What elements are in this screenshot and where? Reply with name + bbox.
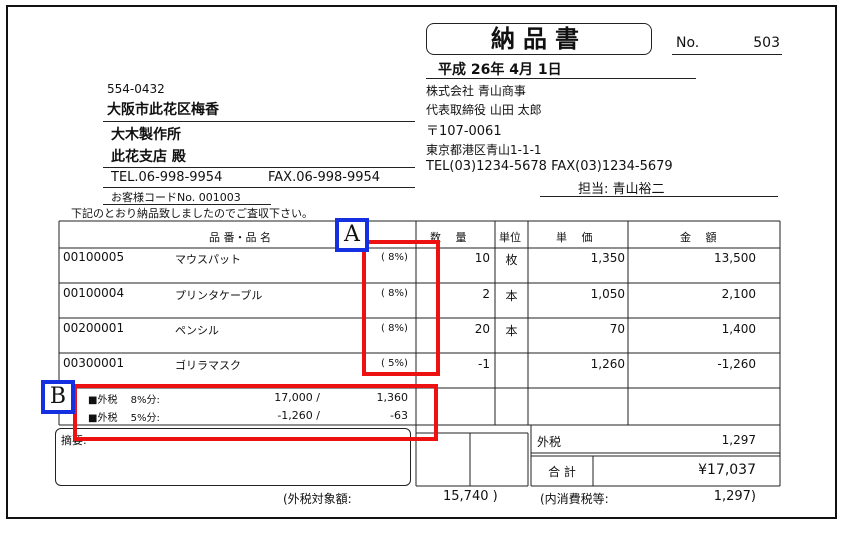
annotation-a-label: A xyxy=(335,218,369,252)
tax-rate-highlight-box xyxy=(362,240,440,376)
highlight-overlay xyxy=(73,240,440,441)
annotation-b-label: B xyxy=(41,380,75,414)
tax-breakdown-highlight-box xyxy=(73,384,438,441)
